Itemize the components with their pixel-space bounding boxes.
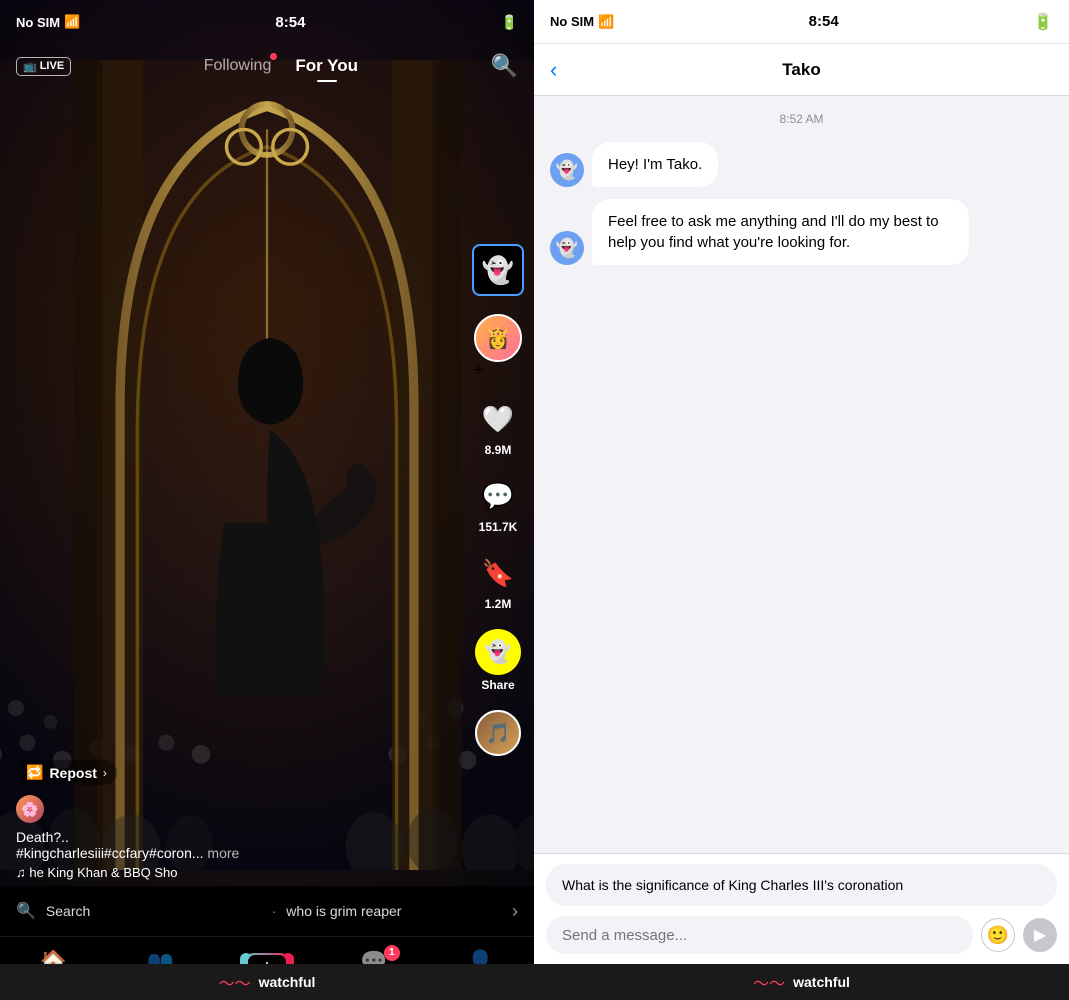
status-icons-right: 🔋 [1033,12,1053,32]
status-bar-left: No SIM 📶 8:54 🔋 [0,0,534,44]
caption: Death?.. #kingcharlesiii#ccfary#coron...… [16,829,464,861]
author-avatar: 🌸 [16,795,44,823]
comment-count: 151.7K [479,520,518,534]
bookmark-button[interactable]: 🔖 1.2M [477,552,519,611]
status-icons-left: 🔋 [501,14,518,31]
back-button[interactable]: ‹ [550,57,557,83]
emoji-button[interactable]: 🙂 [981,918,1015,952]
like-button[interactable]: 🤍 8.9M [477,398,519,457]
repost-button[interactable]: 🔁 Repost › [16,760,117,785]
chat-header: ‹ Tako [534,44,1069,96]
repost-icon: 🔁 [26,764,43,781]
repost-chevron: › [103,766,107,780]
send-button[interactable]: ▶ [1023,918,1057,952]
search-dot: · [272,903,277,919]
time-left: 8:54 [275,14,305,31]
watchful-label-right: watchful [793,974,850,990]
search-query: who is grim reaper [286,903,502,919]
bookmark-icon: 🔖 [477,552,519,594]
tako-avatar-chat: 👻 [550,153,584,187]
status-bar-right: No SIM 📶 8:54 🔋 [534,0,1069,44]
message-text-2: Feel free to ask me anything and I'll do… [608,213,939,251]
carrier-text-right: No SIM [550,14,594,29]
tab-for-you[interactable]: For You [295,56,358,76]
search-icon: 🔍 [16,901,36,921]
watchful-footer-left: 〜〜 watchful [0,964,534,1000]
suggestion-text: What is the significance of King Charles… [562,877,903,893]
message-text-1: Hey! I'm Tako. [608,156,702,173]
nav-bar: 📺 LIVE Following For You 🔍 [0,44,534,88]
comment-button[interactable]: 💬 151.7K [477,475,519,534]
battery-icon-right: 🔋 [1033,12,1053,32]
snapchat-icon: 👻 [475,629,521,675]
search-arrow: › [512,901,518,922]
follow-button[interactable]: + [474,362,522,380]
live-label: LIVE [40,60,64,72]
music-avatar[interactable]: 🎵 [475,710,521,756]
caption-hashtags: #kingcharlesiii#ccfary#coron... [16,845,204,861]
bookmark-count: 1.2M [485,597,512,611]
caption-more[interactable]: more [207,845,239,861]
watchful-text-left: watchful [259,974,316,990]
bottom-content: 🔁 Repost › 🌸 Death?.. #kingcharlesiii#cc… [16,760,464,880]
wifi-icon-left: 📶 [64,14,80,30]
message-bubble-2: Feel free to ask me anything and I'll do… [592,199,969,265]
search-bar[interactable]: 🔍 Search · who is grim reaper › [0,886,534,936]
share-button[interactable]: 👻 Share [475,629,521,692]
message-timestamp: 8:52 AM [550,112,1053,126]
tab-following[interactable]: Following [204,57,272,75]
heart-icon: 🤍 [477,398,519,440]
watchful-logo-left: 〜〜 [219,970,251,994]
left-panel: No SIM 📶 8:54 🔋 📺 LIVE Following For You… [0,0,534,1000]
message-row-1: 👻 Hey! I'm Tako. [550,142,1053,187]
wifi-icon-right: 📶 [598,14,614,30]
chat-title: Tako [782,60,820,80]
tv-icon: 📺 [23,60,37,73]
input-row: 🙂 ▶ [546,916,1057,954]
search-label: Search [46,903,262,919]
watchful-footer-right: 〜〜 watchful [534,964,1069,1000]
time-right: 8:54 [809,13,839,30]
right-panel: No SIM 📶 8:54 🔋 ‹ Tako 8:52 AM 👻 Hey! I'… [534,0,1069,1000]
message-bubble-1: Hey! I'm Tako. [592,142,718,187]
search-icon-button[interactable]: 🔍 [491,53,518,79]
author-line: 🌸 [16,795,464,823]
live-button[interactable]: 📺 LIVE [16,57,71,76]
send-icon: ▶ [1034,925,1046,945]
inbox-badge: 1 [384,945,400,961]
watchful-logo-icon: 〜〜 [753,970,785,994]
tako-avatar-chat-2: 👻 [550,231,584,265]
chat-input-area: What is the significance of King Charles… [534,853,1069,964]
carrier-signal-left: No SIM 📶 [16,14,80,30]
suggestion-chip[interactable]: What is the significance of King Charles… [546,864,1057,906]
music-text: ♫ he King Khan & BBQ Sho [16,865,178,880]
tako-avatar-button[interactable]: 👻 [472,244,524,296]
comment-icon: 💬 [477,475,519,517]
message-input[interactable] [546,916,973,954]
message-row-2: 👻 Feel free to ask me anything and I'll … [550,199,1053,265]
tab-group: Following For You [204,56,358,76]
creator-avatar[interactable]: 👸 [474,314,522,362]
chat-body: 8:52 AM 👻 Hey! I'm Tako. 👻 Feel free to … [534,96,1069,853]
music-line: ♫ he King Khan & BBQ Sho [16,865,464,880]
right-actions: 👻 👸 + 🤍 8.9M 💬 151.7K 🔖 1.2M 👻 [472,244,524,756]
carrier-text-left: No SIM [16,15,60,30]
caption-text: Death?.. [16,829,69,845]
repost-label: Repost [49,765,96,781]
carrier-signal-right: No SIM 📶 [550,14,614,30]
notification-dot [270,53,277,60]
creator-follow-area: 👸 + [474,314,522,380]
gothic-scene [0,60,534,870]
battery-icon-left: 🔋 [501,14,518,31]
like-count: 8.9M [485,443,512,457]
share-label: Share [481,678,514,692]
